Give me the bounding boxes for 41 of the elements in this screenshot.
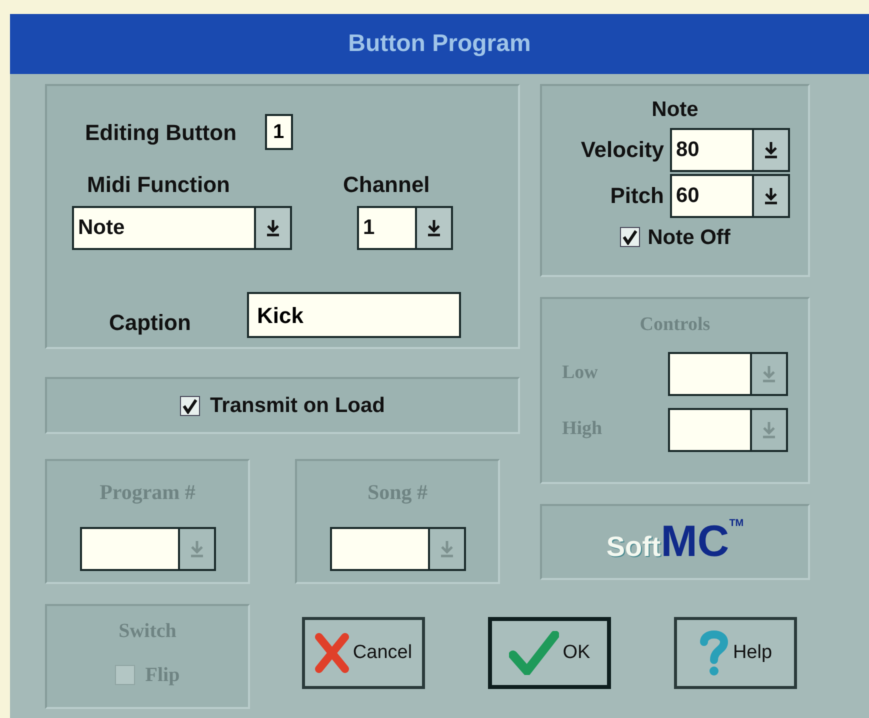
checkbox[interactable] [620, 227, 640, 248]
dropdown[interactable]: 1 [357, 206, 453, 250]
dropdown[interactable] [80, 526, 216, 570]
checkbox[interactable] [180, 396, 200, 416]
field-label: Caption [109, 310, 191, 335]
down-arrow-icon [762, 364, 776, 382]
field-label: Channel [343, 172, 430, 197]
dropdown[interactable]: 80 [670, 128, 790, 172]
dialog-button[interactable]: Cancel [302, 617, 425, 689]
field-label: Transmit on Load [210, 392, 385, 419]
window-title: Button Program [348, 29, 531, 59]
dialog-button[interactable]: OK [488, 617, 611, 689]
field-label: Note [652, 97, 698, 123]
logo-text: Soft [606, 530, 661, 564]
down-arrow-icon [764, 186, 778, 204]
caption-field[interactable]: Kick [247, 292, 461, 338]
dialog-button[interactable]: Help [674, 617, 797, 689]
down-arrow-icon [266, 219, 280, 237]
dropdown[interactable]: Note [72, 206, 292, 250]
field-label: Pitch [610, 182, 664, 210]
button-number-field[interactable]: 1 [264, 114, 293, 150]
down-arrow-icon [762, 420, 776, 438]
down-arrow-icon [440, 540, 454, 558]
dropdown[interactable] [668, 408, 788, 452]
trademark-sign: TM [729, 517, 744, 531]
field-label: Note Off [648, 224, 730, 250]
check-icon [182, 398, 198, 414]
check-icon [622, 229, 638, 246]
down-arrow-icon [427, 219, 441, 237]
down-arrow-icon [764, 140, 778, 158]
field-label: Velocity [580, 136, 664, 164]
down-arrow-icon [190, 540, 204, 558]
logo-text: MC [660, 520, 730, 564]
dropdown[interactable] [668, 352, 788, 396]
field-label: Editing Button [85, 118, 237, 147]
field-label: Midi Function [87, 172, 230, 197]
dropdown[interactable] [330, 526, 466, 570]
dropdown[interactable]: 60 [670, 174, 790, 218]
check-icon [508, 631, 559, 675]
cross-icon [314, 633, 349, 673]
question-mark-icon [698, 630, 729, 676]
